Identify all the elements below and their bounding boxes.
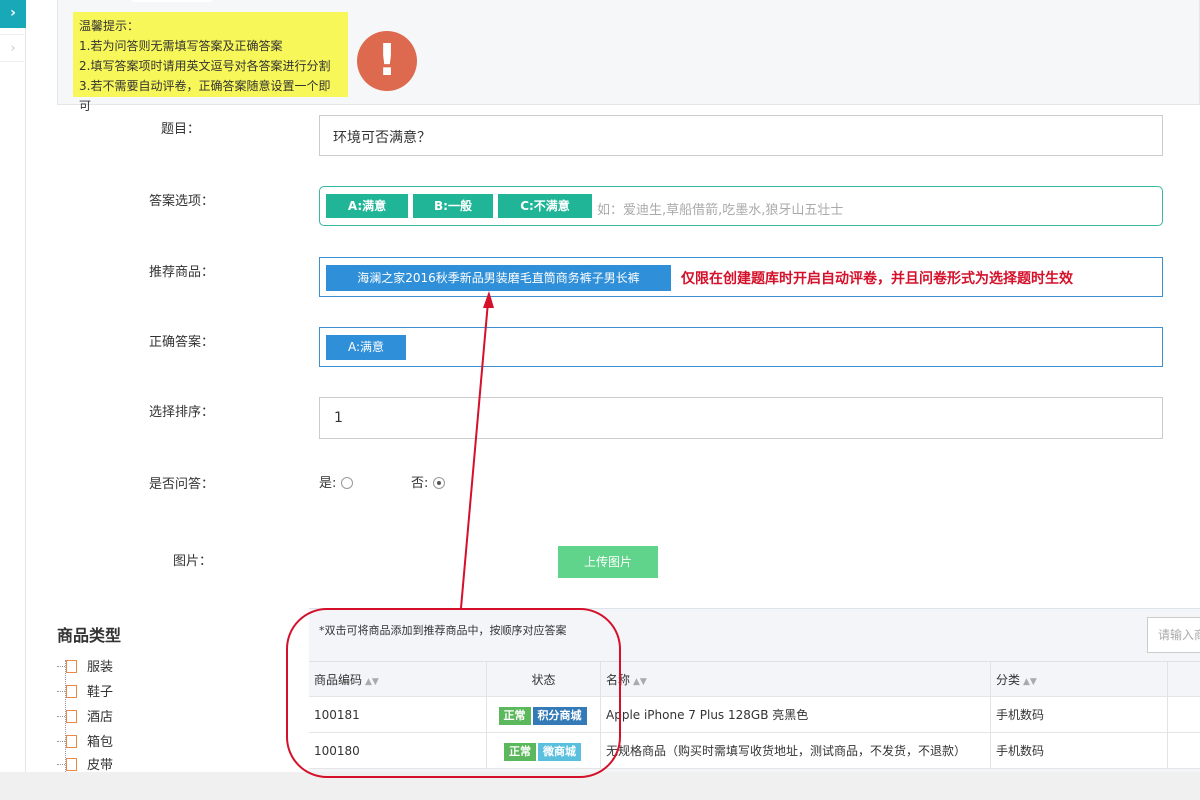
recommend-label: 推荐商品： [148, 265, 214, 280]
correct-answer-tag[interactable]: A:满意 [326, 335, 406, 360]
status-badge: 正常 [498, 706, 531, 725]
column-label: 名称 [606, 673, 631, 687]
correct-answer-input[interactable]: A:满意 [319, 327, 1163, 367]
category-label: 皮带 [87, 758, 114, 773]
qa-yes-radio[interactable] [340, 477, 353, 489]
qa-yes-option[interactable]: 是: [319, 472, 353, 491]
product-category: 手机数码 [991, 697, 1168, 733]
recommend-note: 仅限在创建题库时开启自动评卷，并且问卷形式为选择题时生效 [681, 271, 1073, 287]
sort-icon: ▲▼ [633, 677, 647, 687]
tip-line: 2.填写答案项时请用英文逗号对各答案进行分割 [79, 59, 331, 73]
qa-yes-label: 是: [319, 476, 337, 491]
column-header-status: 状态 [487, 662, 601, 698]
column-header-name[interactable]: 名称 ▲▼ [601, 662, 991, 698]
qa-no-radio[interactable] [432, 477, 445, 489]
chevron-right-icon[interactable]: › [0, 0, 26, 28]
question-value: 环境可否满意？ [333, 130, 431, 146]
category-label: 鞋子 [87, 685, 114, 700]
product-category: 手机数码 [991, 733, 1168, 769]
options-tag-input[interactable]: A:满意 B:一般 C:不满意 如：爱迪生,草船借箭,吃墨水,狼牙山五壮士 [319, 186, 1163, 226]
order-input[interactable]: 1 [319, 397, 1163, 439]
table-header-row: 商品编码 ▲▼ 状态 名称 ▲▼ 分类 ▲▼ [309, 661, 1200, 698]
category-item[interactable]: 服装 [57, 658, 114, 678]
qa-no-option[interactable]: 否: [411, 472, 445, 491]
table-row[interactable]: 100180 正常 微商城 无规格商品（购买时需填写收货地址，测试商品，不发货，不… [309, 733, 1200, 769]
tip-panel: 温馨提示： 1.若为问答则无需填写答案及正确答案 2.填写答案项时请用英文逗号对… [57, 0, 1200, 113]
product-name: 无规格商品（购买时需填写收货地址，测试商品，不发货，不退款） [601, 733, 991, 769]
option-tag[interactable]: C:不满意 [498, 194, 592, 218]
product-search-input[interactable]: 请输入商 [1147, 617, 1200, 653]
order-value: 1 [334, 410, 343, 426]
product-code: 100181 [309, 697, 487, 733]
question-input[interactable]: 环境可否满意？ [319, 115, 1163, 156]
option-tag[interactable]: A:满意 [326, 194, 408, 218]
page: › › 温馨提示： 1.若为问答则无需填写答案及正确答案 2.填写答案项时请用英… [0, 0, 1200, 800]
recommend-item-tag[interactable]: 海澜之家2016秋季新品男装磨毛直筒商务裤子男长裤 [326, 265, 671, 291]
category-item[interactable]: 鞋子 [57, 683, 114, 703]
options-label: 答案选项： [148, 194, 214, 209]
chevron-right-icon[interactable]: › [0, 34, 26, 62]
category-label: 酒店 [87, 710, 114, 725]
option-tag[interactable]: B:一般 [413, 194, 493, 218]
left-sidebar: › › [0, 0, 26, 772]
correct-label: 正确答案： [148, 335, 214, 350]
channel-badge: 积分商城 [532, 706, 587, 725]
tip-box: 温馨提示： 1.若为问答则无需填写答案及正确答案 2.填写答案项时请用英文逗号对… [73, 12, 348, 113]
product-status: 正常 积分商城 [487, 697, 601, 733]
warning-icon: ! [357, 31, 417, 91]
product-status: 正常 微商城 [487, 733, 601, 769]
file-icon [57, 735, 77, 748]
question-label: 题目： [160, 122, 200, 137]
file-icon [57, 660, 77, 673]
tab-indicator [132, 0, 212, 2]
sort-icon: ▲▼ [365, 677, 379, 687]
category-item[interactable]: 箱包 [57, 733, 114, 753]
tip-title: 温馨提示： [79, 19, 140, 33]
channel-badge: 微商城 [538, 742, 581, 761]
bottom-bar [0, 772, 1200, 800]
column-label: 商品编码 [314, 673, 363, 687]
order-label: 选择排序： [148, 405, 214, 420]
image-label: 图片： [172, 554, 212, 569]
column-header-code[interactable]: 商品编码 ▲▼ [309, 662, 487, 698]
category-item[interactable]: 酒店 [57, 708, 114, 728]
product-name: Apple iPhone 7 Plus 128GB 亮黑色 [601, 697, 991, 733]
product-code: 100180 [309, 733, 487, 769]
qa-label: 是否问答： [148, 477, 214, 492]
file-icon [57, 685, 77, 698]
upload-image-button[interactable]: 上传图片 [558, 546, 658, 578]
category-label: 箱包 [87, 735, 114, 750]
column-header-category[interactable]: 分类 ▲▼ [991, 662, 1168, 698]
product-table-panel: *双击可将商品添加到推荐商品中，按顺序对应答案 请输入商 商品编码▲▼ 状态 名… [309, 608, 1200, 772]
tip-line: 3.若不需要自动评卷，正确答案随意设置一个即可 [79, 79, 331, 113]
status-badge: 正常 [504, 742, 536, 761]
table-hint: *双击可将商品添加到推荐商品中，按顺序对应答案 [319, 624, 567, 637]
table-row[interactable]: 100181 正常 积分商城 Apple iPhone 7 Plus 128GB … [309, 697, 1200, 733]
column-label: 分类 [996, 673, 1021, 687]
column-label: 状态 [531, 673, 556, 687]
sort-icon: ▲▼ [1023, 677, 1037, 687]
category-title: 商品类型 [57, 626, 122, 645]
tip-line: 1.若为问答则无需填写答案及正确答案 [79, 39, 283, 53]
file-icon [57, 758, 77, 771]
category-label: 服装 [87, 660, 114, 675]
file-icon [57, 710, 77, 723]
options-placeholder: 如：爱迪生,草船借箭,吃墨水,狼牙山五壮士 [597, 203, 844, 218]
qa-no-label: 否: [411, 476, 429, 491]
